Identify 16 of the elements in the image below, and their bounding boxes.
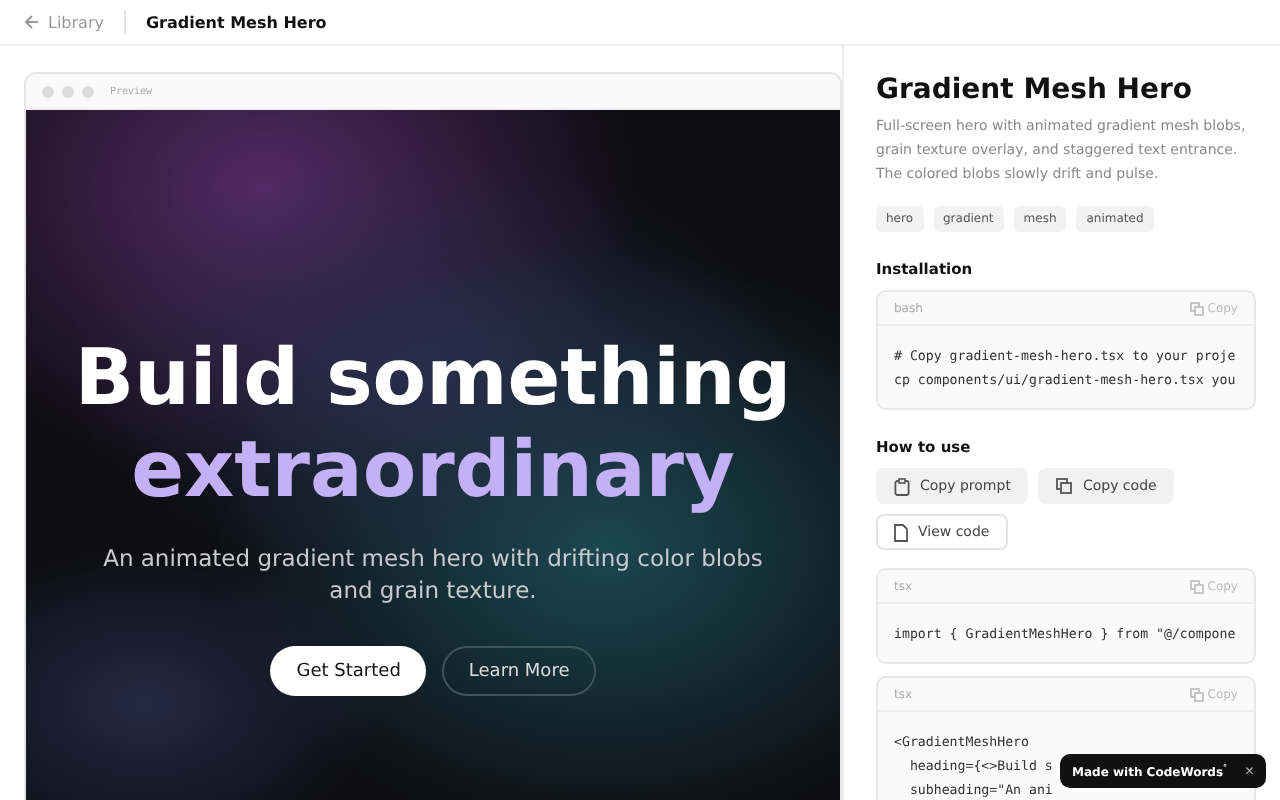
hero-heading: Build something bbox=[74, 334, 792, 426]
copy-icon bbox=[1056, 478, 1073, 494]
copy-icon bbox=[1189, 687, 1204, 701]
hero-subheading: An animated gradient mesh hero with drifting color blobs and grain texture. bbox=[103, 542, 763, 606]
outline-button[interactable]: Learn More bbox=[442, 646, 596, 696]
copy-icon bbox=[1189, 579, 1204, 593]
primary-button[interactable]: Get Started bbox=[270, 646, 427, 696]
back-arrow-icon bbox=[24, 14, 40, 30]
close-button[interactable]: × bbox=[1244, 762, 1254, 780]
page-title: Gradient Mesh Hero bbox=[145, 13, 327, 31]
component-title: Gradient Mesh Hero bbox=[876, 74, 1195, 106]
copy-icon bbox=[1189, 301, 1204, 315]
clipboard-icon bbox=[894, 477, 910, 495]
file-icon bbox=[894, 523, 908, 541]
window-dots-icon bbox=[42, 85, 98, 97]
hero-heading-accent: extraordinary bbox=[131, 426, 735, 518]
